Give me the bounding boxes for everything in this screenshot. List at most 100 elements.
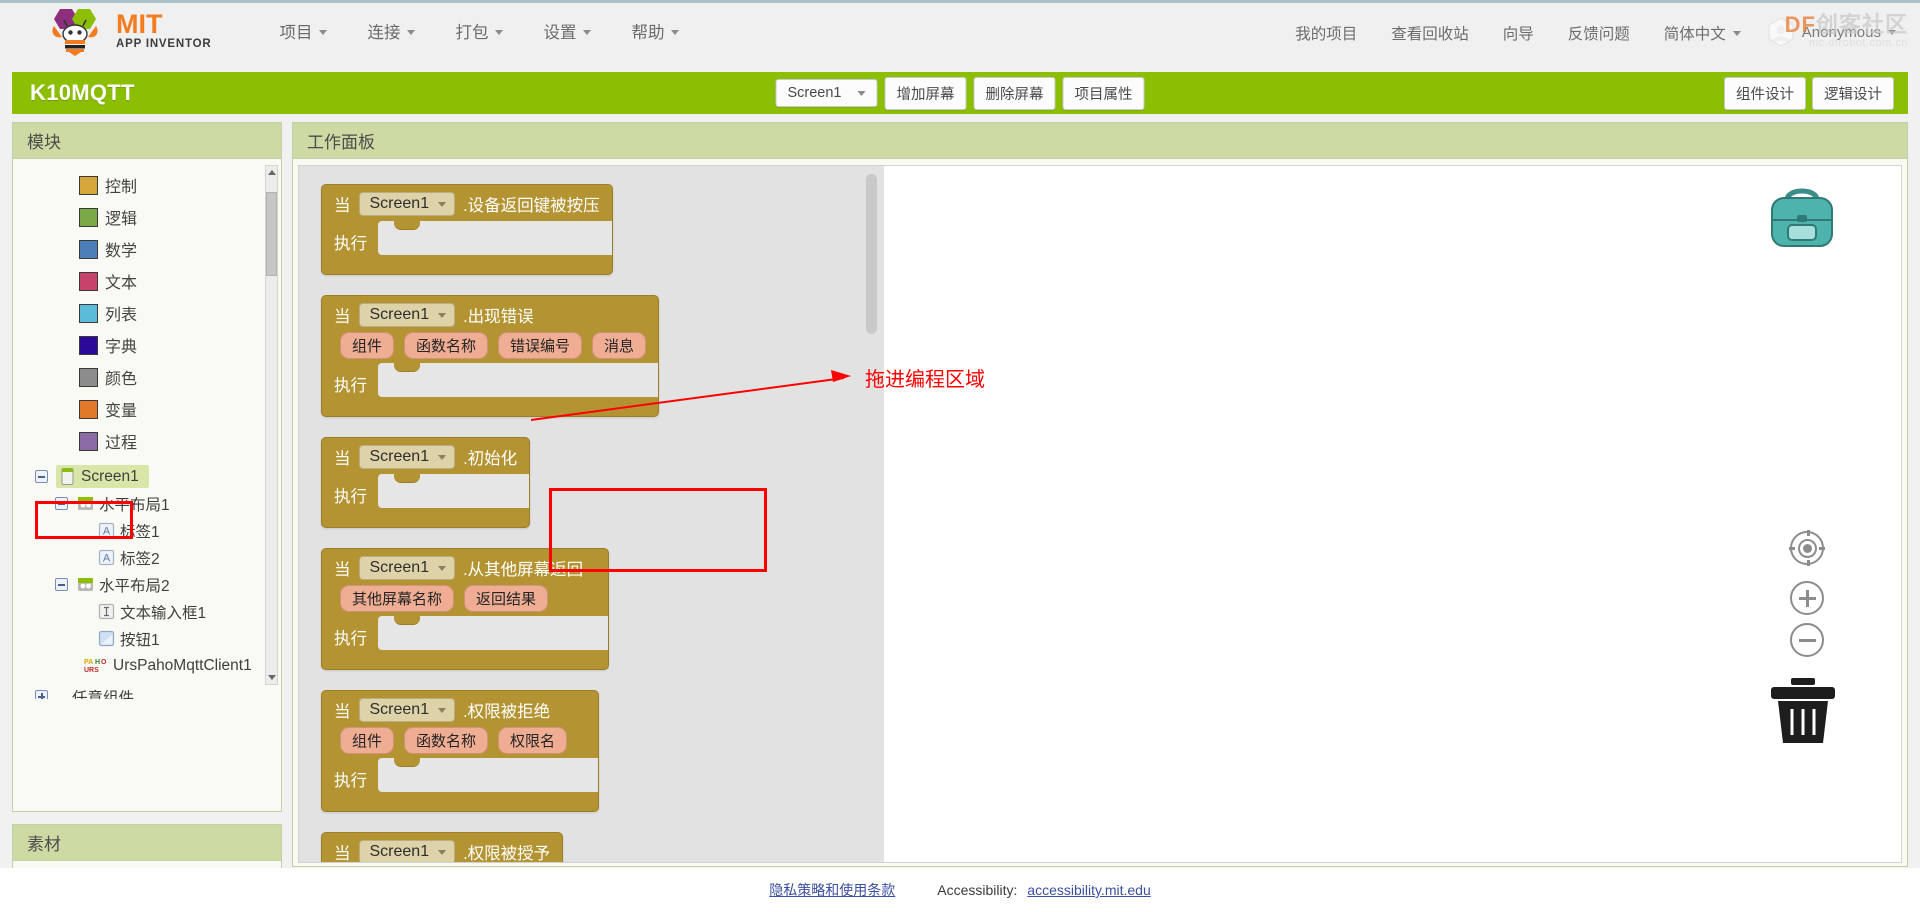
expand-toggle-icon[interactable] bbox=[35, 690, 48, 699]
trash-icon[interactable] bbox=[1765, 676, 1841, 751]
block-param[interactable]: 消息 bbox=[592, 332, 647, 359]
block-body-slot[interactable] bbox=[378, 362, 659, 397]
bee-logo-icon bbox=[46, 6, 108, 56]
block-screen1-permission-granted[interactable]: 当 Screen1 .权限被授予 权限名 执行 bbox=[321, 832, 564, 862]
accessibility-link[interactable]: accessibility.mit.edu bbox=[1027, 882, 1150, 898]
block-body-slot[interactable] bbox=[378, 757, 598, 792]
remove-screen-button[interactable]: 删除屏幕 bbox=[973, 76, 1056, 110]
block-screen1-initialize[interactable]: 当 Screen1 .初始化 执行 bbox=[321, 437, 531, 528]
menu-project[interactable]: 项目 bbox=[259, 13, 347, 49]
tree-item-label-1[interactable]: A 标签1 bbox=[35, 517, 281, 544]
component-dropdown[interactable]: Screen1 bbox=[358, 840, 456, 862]
blocks-button[interactable]: 逻辑设计 bbox=[1812, 76, 1894, 110]
tree-item-textbox-1[interactable]: 文本输入框1 bbox=[35, 598, 281, 625]
zoom-in-icon[interactable] bbox=[1790, 581, 1824, 615]
component-dropdown[interactable]: Screen1 bbox=[358, 192, 456, 216]
block-param[interactable]: 函数名称 bbox=[404, 727, 489, 754]
tree-item-button-1[interactable]: 按钮1 bbox=[35, 625, 281, 652]
zoom-out-icon[interactable] bbox=[1790, 623, 1824, 657]
privacy-terms-link[interactable]: 隐私策略和使用条款 bbox=[769, 880, 895, 900]
svg-text:A: A bbox=[103, 526, 111, 538]
collapse-toggle-icon[interactable] bbox=[35, 470, 48, 483]
tree-item-horizontal-arrangement-1[interactable]: 水平布局1 bbox=[35, 490, 281, 517]
link-guide[interactable]: 向导 bbox=[1486, 16, 1551, 50]
mit-app-inventor-logo[interactable]: MIT APP INVENTOR bbox=[46, 3, 211, 59]
menu-help[interactable]: 帮助 bbox=[611, 13, 699, 49]
block-body-slot[interactable] bbox=[378, 473, 530, 508]
link-my-projects[interactable]: 我的项目 bbox=[1278, 16, 1374, 50]
label-icon: A bbox=[97, 548, 116, 567]
palette-scrollbar[interactable] bbox=[265, 165, 278, 685]
main-menu: 项目 连接 打包 设置 帮助 bbox=[259, 13, 699, 49]
block-screen1-back-pressed[interactable]: 当 Screen1 .设备返回键被按压 执行 bbox=[321, 184, 613, 275]
component-dropdown[interactable]: Screen1 bbox=[358, 445, 456, 469]
tree-item-any-component[interactable]: 任意组件 bbox=[35, 683, 281, 699]
palette-item-dictionary[interactable]: 字典 bbox=[13, 329, 281, 361]
chevron-down-icon bbox=[438, 565, 447, 571]
block-body-slot[interactable] bbox=[378, 220, 612, 255]
tree-item-label-2[interactable]: A 标签2 bbox=[35, 544, 281, 571]
blocks-panel: 模块 控制 逻辑 数学 文本 列表 字典 颜色 变量 过程 Screen1 水平… bbox=[12, 122, 282, 812]
palette-item-procedures[interactable]: 过程 bbox=[13, 425, 281, 457]
backpack-icon[interactable] bbox=[1763, 180, 1841, 257]
palette-item-list[interactable]: 列表 bbox=[13, 297, 281, 329]
add-screen-button[interactable]: 增加屏幕 bbox=[884, 76, 967, 110]
palette-item-variables[interactable]: 变量 bbox=[13, 393, 281, 425]
language-selector[interactable]: 简体中文 bbox=[1647, 16, 1758, 50]
svg-text:PA: PA bbox=[84, 659, 93, 666]
screen-selector[interactable]: Screen1 bbox=[775, 79, 878, 107]
palette-item-text[interactable]: 文本 bbox=[13, 265, 281, 297]
chevron-down-icon bbox=[671, 30, 680, 35]
palette-item-math[interactable]: 数学 bbox=[13, 233, 281, 265]
link-report-issue[interactable]: 反馈问题 bbox=[1551, 16, 1647, 50]
collapse-toggle-icon[interactable] bbox=[55, 497, 68, 510]
block-param[interactable]: 其他屏幕名称 bbox=[340, 585, 455, 612]
palette-item-colors[interactable]: 颜色 bbox=[13, 361, 281, 393]
app-root: MIT APP INVENTOR 项目 连接 打包 设置 帮助 我的项目 查看回… bbox=[0, 0, 1920, 912]
block-param[interactable]: 返回结果 bbox=[464, 585, 549, 612]
chevron-down-icon bbox=[1888, 30, 1896, 35]
chevron-down-icon bbox=[438, 454, 447, 460]
user-menu[interactable]: Anonymous bbox=[1758, 14, 1910, 52]
tree-item-screen1[interactable]: Screen1 bbox=[35, 463, 281, 490]
menu-settings[interactable]: 设置 bbox=[523, 13, 611, 49]
scrollbar-thumb[interactable] bbox=[266, 192, 277, 276]
scroll-down-icon[interactable] bbox=[266, 671, 277, 684]
viewer-title: 工作面板 bbox=[293, 123, 1907, 159]
designer-button[interactable]: 组件设计 bbox=[1724, 76, 1806, 110]
palette-item-logic[interactable]: 逻辑 bbox=[13, 201, 281, 233]
center-target-icon[interactable] bbox=[1789, 530, 1825, 566]
block-param[interactable]: 组件 bbox=[340, 727, 395, 754]
tree-item-horizontal-arrangement-2[interactable]: 水平布局2 bbox=[35, 571, 281, 598]
scroll-up-icon[interactable] bbox=[266, 166, 277, 179]
link-view-trash[interactable]: 查看回收站 bbox=[1374, 16, 1486, 50]
chevron-down-icon bbox=[407, 30, 416, 35]
tree-label: 水平布局1 bbox=[99, 496, 170, 514]
menu-build[interactable]: 打包 bbox=[435, 13, 523, 49]
project-properties-button[interactable]: 项目属性 bbox=[1062, 76, 1145, 110]
component-dropdown[interactable]: Screen1 bbox=[358, 556, 456, 580]
block-param[interactable]: 错误编号 bbox=[498, 332, 583, 359]
block-param[interactable]: 函数名称 bbox=[404, 332, 489, 359]
block-param[interactable]: 权限名 bbox=[498, 727, 568, 754]
palette-item-control[interactable]: 控制 bbox=[13, 169, 281, 201]
block-screen1-permission-denied[interactable]: 当 Screen1 .权限被拒绝 组件 函数名称 权限名 执行 bbox=[321, 690, 599, 812]
editor-mode-toggle: 组件设计 逻辑设计 bbox=[1724, 76, 1894, 110]
blocks-workspace[interactable]: 当 Screen1 .设备返回键被按压 执行 当 Screen1 .出现错误 组… bbox=[298, 165, 1902, 863]
label-icon: A bbox=[97, 521, 116, 540]
block-screen1-other-screen-closed[interactable]: 当 Screen1 .从其他屏幕返回 其他屏幕名称 返回结果 执行 bbox=[321, 548, 609, 670]
color-swatch-icon bbox=[79, 207, 98, 227]
component-dropdown[interactable]: Screen1 bbox=[358, 698, 456, 722]
tree-label: 标签2 bbox=[120, 550, 160, 568]
block-param[interactable]: 组件 bbox=[340, 332, 395, 359]
color-swatch-icon bbox=[79, 367, 98, 387]
blocks-flyout-drawer: 当 Screen1 .设备返回键被按压 执行 当 Screen1 .出现错误 组… bbox=[299, 166, 884, 862]
menu-connect[interactable]: 连接 bbox=[347, 13, 435, 49]
tree-item-urspahomqttclient-1[interactable]: PA H O URS UrsPahoMqttClient1 bbox=[35, 652, 281, 679]
collapse-toggle-icon[interactable] bbox=[55, 578, 68, 591]
component-dropdown[interactable]: Screen1 bbox=[358, 303, 456, 327]
block-screen1-error-occurred[interactable]: 当 Screen1 .出现错误 组件 函数名称 错误编号 消息 执行 bbox=[321, 295, 660, 417]
color-swatch-icon bbox=[79, 271, 98, 291]
block-body-slot[interactable] bbox=[378, 615, 608, 650]
flyout-scrollbar[interactable] bbox=[866, 174, 877, 334]
